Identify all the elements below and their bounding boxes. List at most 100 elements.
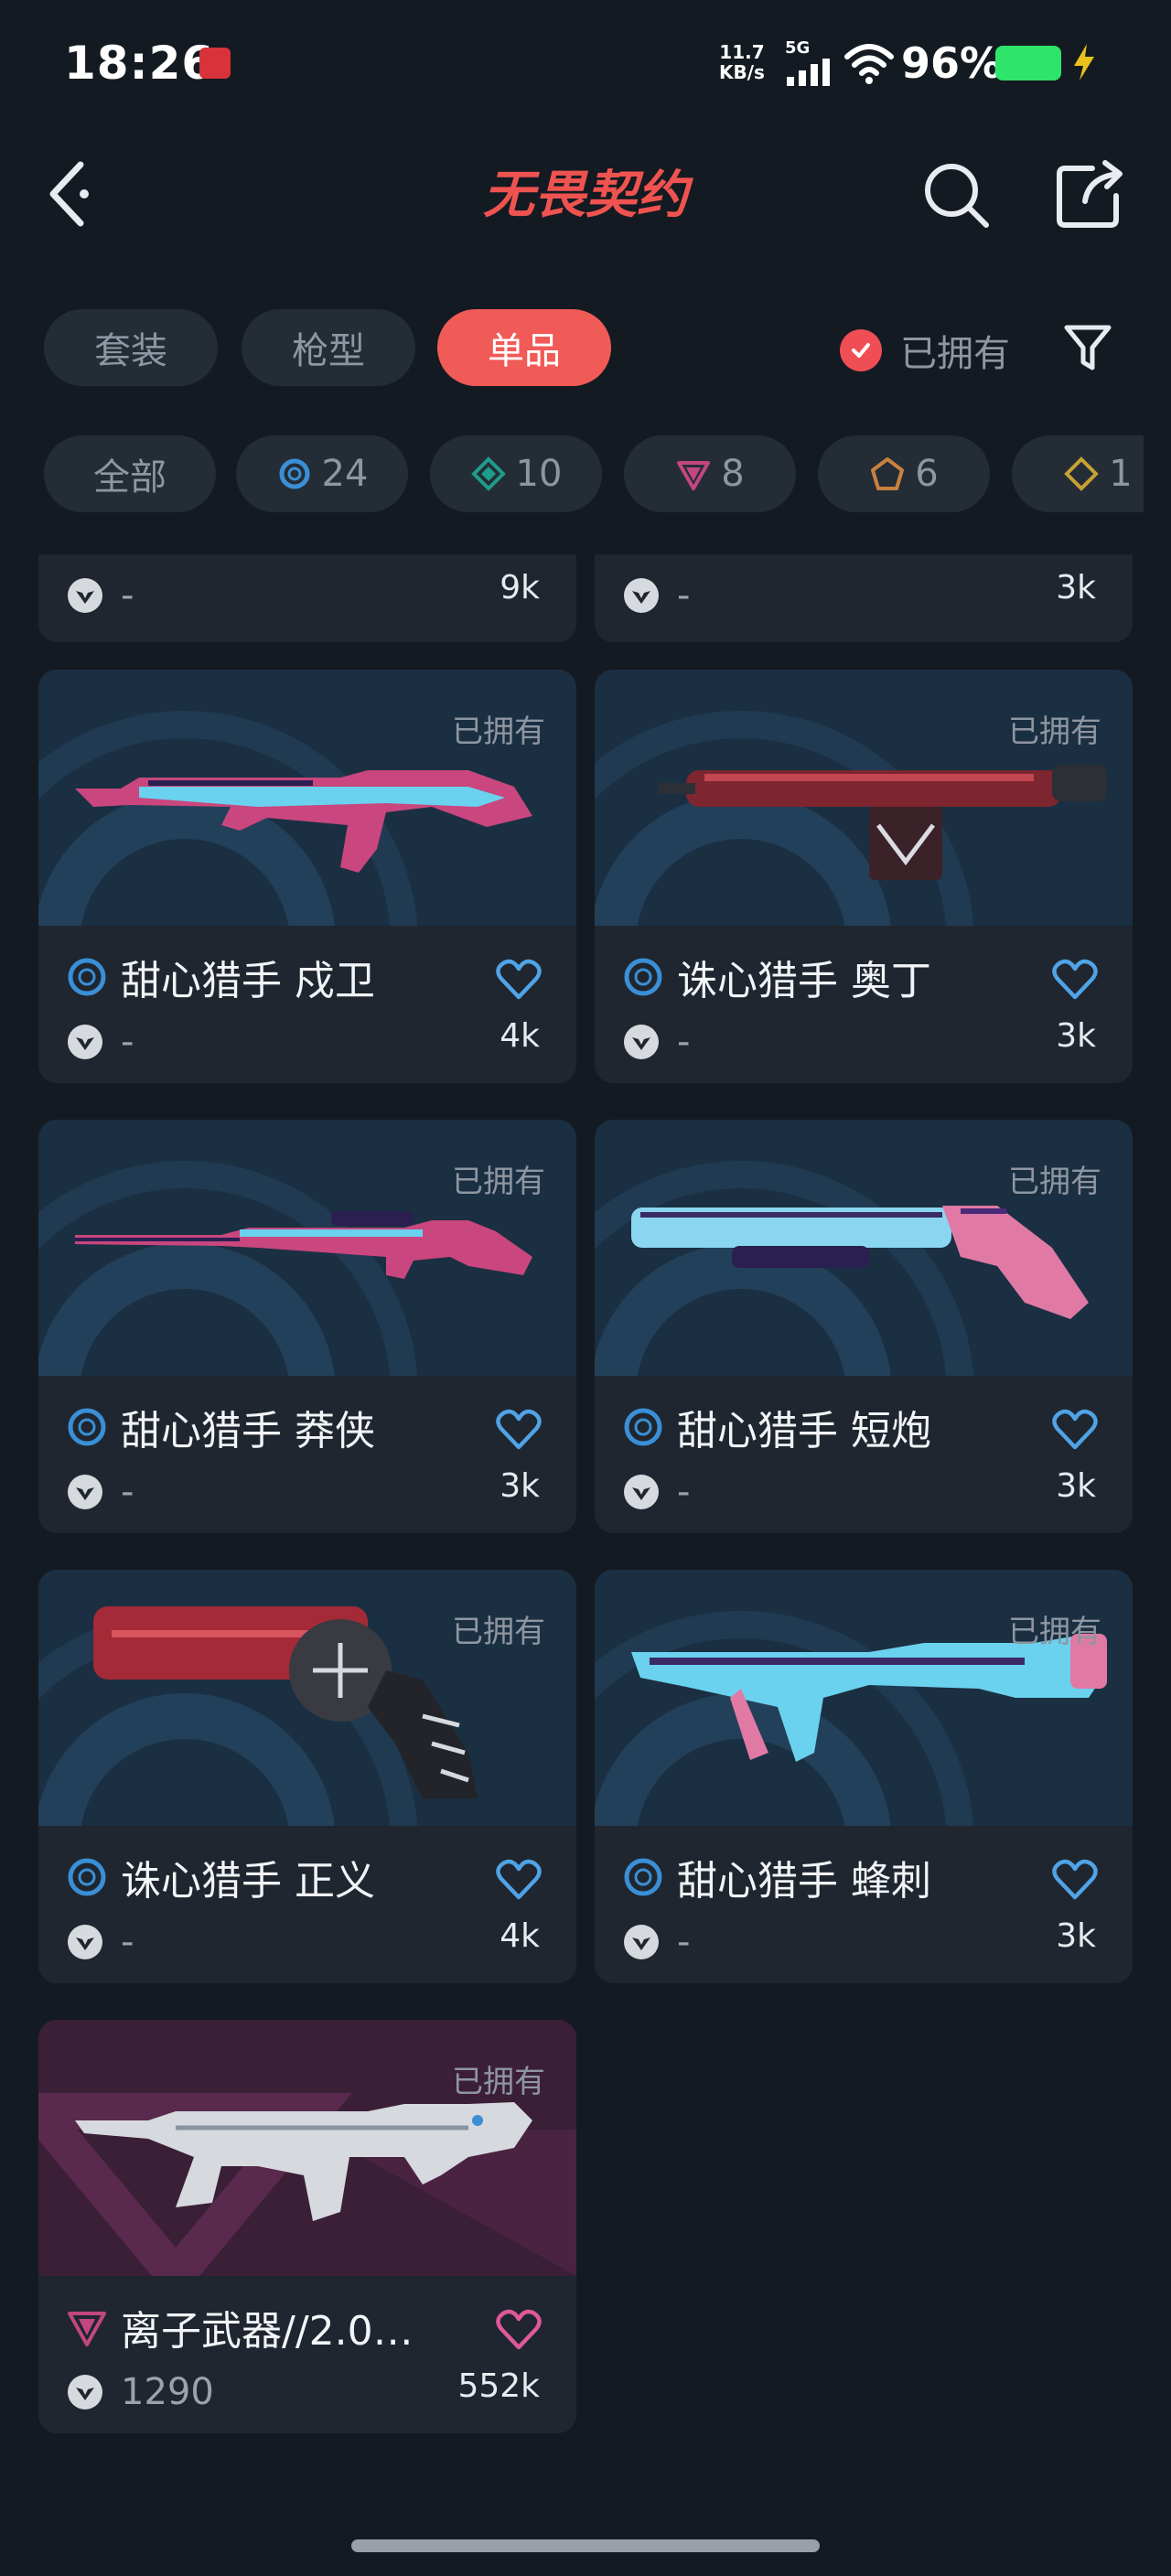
chip-select-tier[interactable]: 24 <box>236 435 408 512</box>
owned-label: 已拥有 <box>1008 1614 1101 1650</box>
filter-icon[interactable] <box>1061 320 1114 375</box>
item-name: 诛心猎手 正义 <box>121 1858 375 1905</box>
price-row: - <box>66 1469 134 1515</box>
item-image: 已拥有 <box>38 2020 576 2276</box>
item-card[interactable]: 已拥有 离子武器//2.0… 1290 552k <box>38 2020 576 2433</box>
search-icon[interactable] <box>920 159 994 232</box>
brand-logo: 无畏契约 <box>483 166 694 223</box>
status-bar: 18:26 11.7 KB/s 5G 96% <box>0 0 1171 128</box>
item-image: 已拥有 <box>595 1120 1133 1376</box>
name-row: 甜心猎手 莽侠 <box>66 1401 375 1454</box>
status-time: 18:26 <box>64 37 215 90</box>
chip-ultra-tier[interactable]: 1 <box>1012 435 1144 512</box>
item-price: - <box>677 1021 691 1063</box>
item-card[interactable]: 已拥有 诛心猎手 正义 - 4k <box>38 1570 576 1983</box>
heart-icon[interactable] <box>496 1409 542 1451</box>
item-price: 1290 <box>121 2371 214 2413</box>
vp-currency-icon <box>624 1025 659 1059</box>
select-tier-icon <box>68 1408 106 1446</box>
like-count: 4k <box>500 1017 540 1055</box>
chip-ultra-count: 1 <box>1109 453 1133 495</box>
share-icon[interactable] <box>1052 157 1129 231</box>
like-count: 4k <box>500 1917 540 1955</box>
select-tier-icon <box>624 958 662 996</box>
like-count: 552k <box>457 2367 540 2405</box>
item-price: - <box>121 574 134 617</box>
item-image: 已拥有 <box>38 670 576 926</box>
like-count: 3k <box>1056 1917 1096 1955</box>
app-notification-icon <box>199 48 231 79</box>
chip-deluxe-count: 10 <box>515 453 563 495</box>
price-row: - <box>622 1019 690 1065</box>
like-count: 3k <box>1056 1467 1096 1505</box>
heart-icon[interactable] <box>1052 1409 1098 1451</box>
owned-filter-toggle[interactable]: 已拥有 <box>840 325 1010 376</box>
chip-all-label: 全部 <box>93 456 167 499</box>
battery-percent: 96% <box>901 38 1003 88</box>
back-icon[interactable] <box>44 157 99 231</box>
item-card[interactable]: 已拥有 诛心猎手 奥丁 - 3k <box>595 670 1133 1083</box>
checkmark-icon[interactable] <box>840 329 882 371</box>
home-indicator[interactable] <box>351 2539 820 2552</box>
heart-icon[interactable] <box>496 2309 542 2351</box>
select-tier-icon <box>624 1408 662 1446</box>
chip-premium-count: 8 <box>721 453 745 495</box>
vp-currency-icon <box>624 578 659 613</box>
name-row: 甜心猎手 戍卫 <box>66 951 375 1004</box>
item-price: - <box>121 1021 134 1063</box>
item-price: - <box>677 1921 691 1963</box>
item-card[interactable]: 已拥有 甜心猎手 莽侠 - 3k <box>38 1120 576 1533</box>
signal-icon <box>787 59 830 86</box>
price-row: - <box>66 1919 134 1965</box>
item-price: - <box>121 1921 134 1963</box>
network-speed: 11.7 KB/s <box>719 42 765 82</box>
vp-currency-icon <box>68 1475 102 1509</box>
vp-currency-icon <box>624 1475 659 1509</box>
brand-title: 无畏契约 <box>483 166 694 223</box>
network-type: 5G <box>785 38 811 58</box>
owned-filter-label: 已拥有 <box>900 333 1010 375</box>
owned-label: 已拥有 <box>452 1164 545 1200</box>
item-card[interactable]: 已拥有 甜心猎手 蜂刺 - 3k <box>595 1570 1133 1983</box>
heart-icon[interactable] <box>496 1859 542 1901</box>
tab-single-item[interactable]: 单品 <box>437 309 611 386</box>
heart-icon[interactable] <box>496 959 542 1001</box>
chip-premium-tier[interactable]: 8 <box>624 435 796 512</box>
chip-select-count: 24 <box>321 453 369 495</box>
item-card[interactable]: - 3k <box>595 554 1133 642</box>
premium-tier-icon <box>677 461 711 490</box>
chip-exclusive-tier[interactable]: 6 <box>818 435 990 512</box>
premium-tier-icon <box>68 2312 106 2346</box>
owned-label: 已拥有 <box>1008 1164 1101 1200</box>
price-row: - <box>66 1019 134 1065</box>
item-card[interactable]: - 9k <box>38 554 576 642</box>
exclusive-tier-icon <box>871 457 905 490</box>
price-row: - <box>622 1469 690 1515</box>
chip-all[interactable]: 全部 <box>44 435 216 512</box>
heart-icon[interactable] <box>1052 1859 1098 1901</box>
item-card[interactable]: 已拥有 甜心猎手 短炮 - 3k <box>595 1120 1133 1533</box>
price-row: - <box>66 573 134 618</box>
like-count: 3k <box>500 1467 540 1505</box>
tab-weapon-type[interactable]: 枪型 <box>242 309 415 386</box>
chip-deluxe-tier[interactable]: 10 <box>430 435 602 512</box>
name-row: 诛心猎手 奥丁 <box>622 951 931 1004</box>
item-image: 已拥有 <box>595 670 1133 926</box>
chip-exclusive-count: 6 <box>915 453 939 495</box>
vp-currency-icon <box>68 578 102 613</box>
charging-icon <box>1074 44 1094 80</box>
item-price: - <box>121 1471 134 1513</box>
item-card[interactable]: 已拥有 甜心猎手 戍卫 - 4k <box>38 670 576 1083</box>
item-price: - <box>677 574 691 617</box>
price-row: - <box>622 573 690 618</box>
deluxe-tier-icon <box>470 456 506 491</box>
item-image: 已拥有 <box>38 1120 576 1376</box>
vp-currency-icon <box>68 1925 102 1959</box>
item-name: 甜心猎手 短炮 <box>677 1408 931 1454</box>
name-row: 甜心猎手 短炮 <box>622 1401 931 1454</box>
vp-currency-icon <box>68 1025 102 1059</box>
price-row: - <box>622 1919 690 1965</box>
tab-set[interactable]: 套装 <box>44 309 218 386</box>
item-image: 已拥有 <box>595 1570 1133 1826</box>
heart-icon[interactable] <box>1052 959 1098 1001</box>
